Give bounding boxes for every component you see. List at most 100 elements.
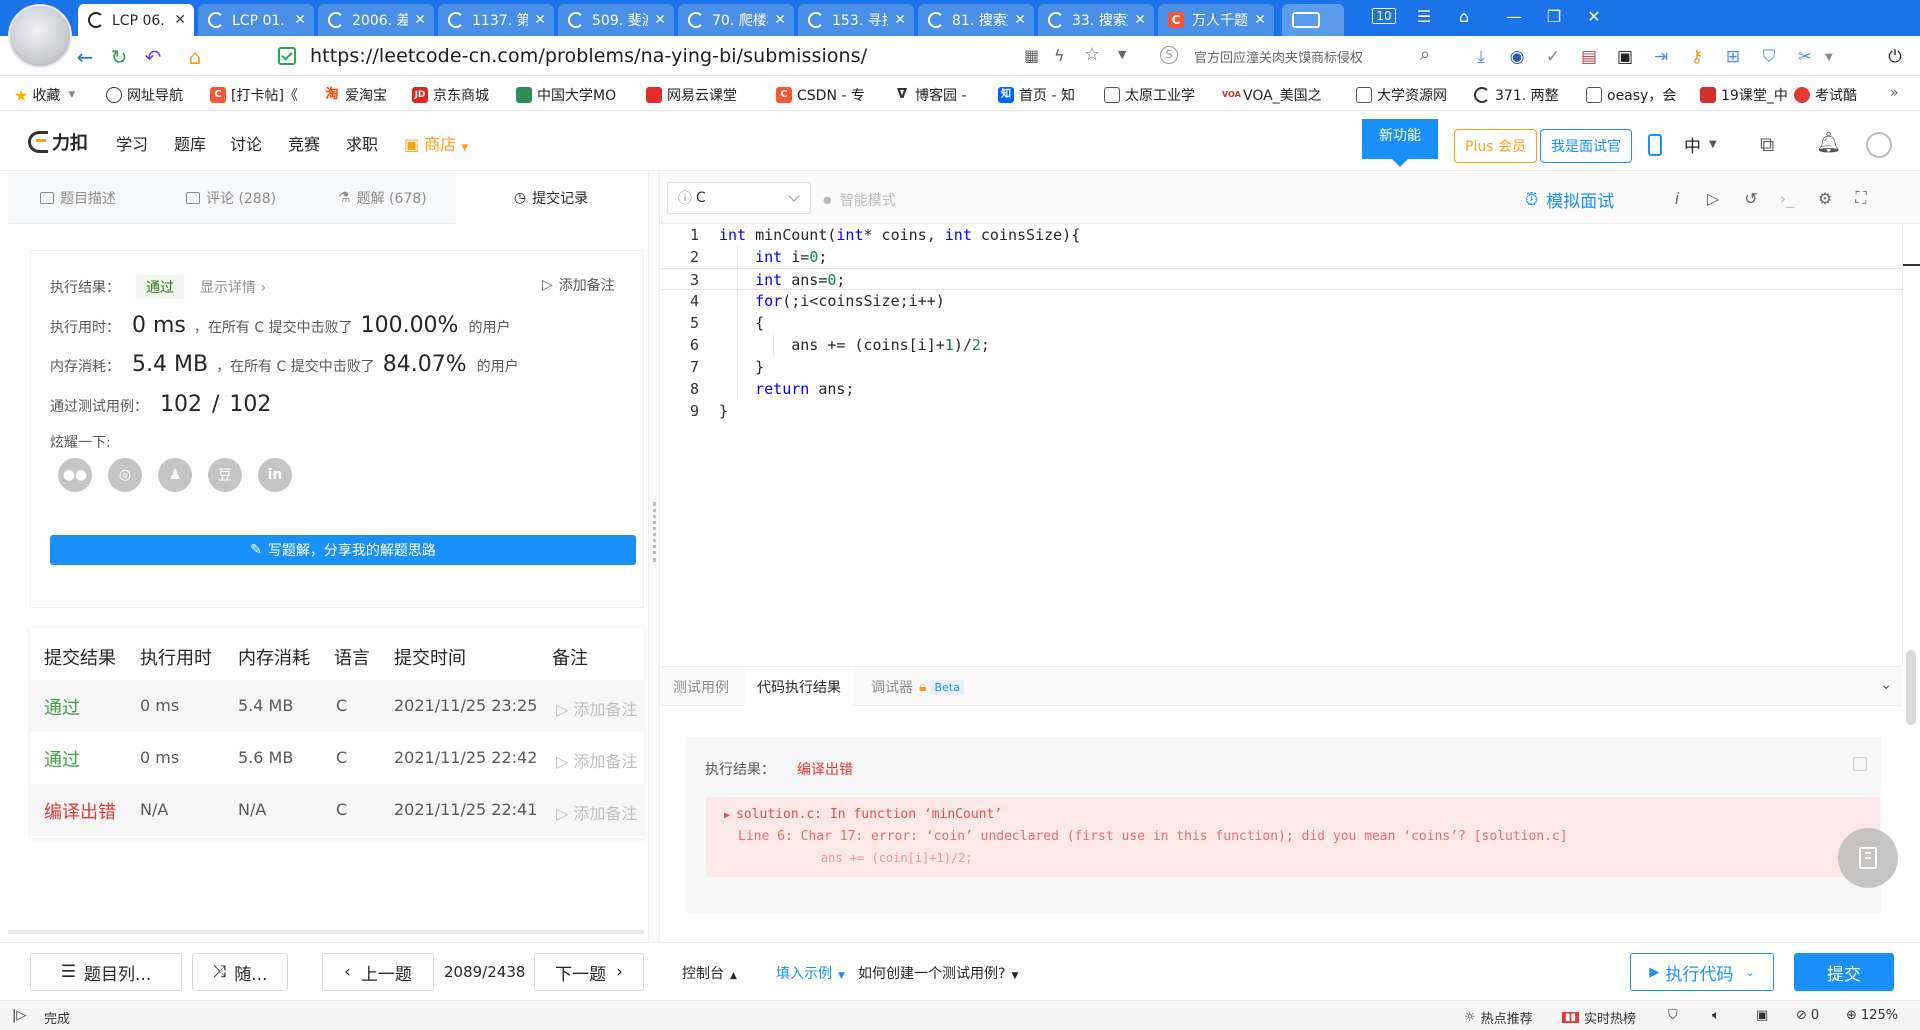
hot-recommend-button[interactable]: ☼ 热点推荐: [1464, 1008, 1533, 1027]
prev-problem-button[interactable]: ‹ 上一题: [322, 953, 434, 991]
undo-icon[interactable]: ↶: [140, 44, 166, 70]
bookmark-favorites[interactable]: ★ 收藏 ▼: [14, 85, 75, 105]
sidebar-toggle-icon[interactable]: |▷: [12, 1008, 26, 1023]
shield-extension-icon[interactable]: ⛉: [1758, 46, 1780, 68]
bookmark-item[interactable]: C [打卡帖]《: [210, 85, 298, 105]
smart-mode-toggle[interactable]: ● 智能模式: [823, 190, 896, 210]
how-create-testcase[interactable]: 如何创建一个测试用例? ▼: [858, 963, 1018, 983]
refresh-icon[interactable]: ↻: [106, 44, 132, 70]
screenshot-icon[interactable]: ▣: [1756, 1008, 1768, 1023]
random-problem-button[interactable]: ⤨ 随...: [192, 953, 288, 991]
star-icon[interactable]: ☆: [1084, 44, 1100, 65]
zoom-control[interactable]: ⊕ 125%: [1846, 1008, 1898, 1023]
tab-debugger[interactable]: 调试器 🔒︎ Beta: [871, 667, 964, 707]
browser-tab[interactable]: 1137. 第 N ✕: [438, 4, 554, 36]
pane-splitter[interactable]: [648, 172, 660, 942]
nav-shop[interactable]: ▣ 商店 ▼: [404, 131, 468, 155]
douban-icon[interactable]: 豆: [208, 458, 242, 492]
browser-tab[interactable]: 33. 搜索旋 ✕: [1038, 4, 1154, 36]
bookmark-item[interactable]: oeasy，会: [1586, 85, 1676, 105]
bookmark-item[interactable]: 中国大学MO: [516, 85, 616, 105]
fullscreen-icon[interactable]: ⛶: [1851, 188, 1871, 208]
plus-membership-button[interactable]: Plus 会员: [1454, 129, 1537, 163]
info-i-icon[interactable]: i: [1667, 188, 1687, 208]
leetcode-logo[interactable]: 力扣: [28, 129, 88, 155]
row-add-note[interactable]: ▷ 添加备注: [556, 696, 637, 720]
browser-tab[interactable]: C 万人千题社 ✕: [1158, 4, 1274, 36]
close-tab-icon[interactable]: ✕: [774, 12, 786, 28]
download-icon[interactable]: ⤓: [1470, 46, 1492, 68]
table-row[interactable]: 通过 0 ms 5.4 MB C 2021/11/25 23:25 ▷ 添加备注: [30, 680, 644, 732]
nav-discuss[interactable]: 讨论: [230, 131, 262, 155]
close-tab-icon[interactable]: ✕: [1254, 12, 1266, 28]
new-tab-button[interactable]: [1282, 4, 1344, 36]
qrcode-icon[interactable]: ▦: [1024, 46, 1039, 65]
tab-solutions[interactable]: ⚗︎ 题解 (678): [338, 172, 427, 224]
notification-bell-icon[interactable]: 🔔︎: [1816, 130, 1841, 154]
browser-tab[interactable]: 70. 爬楼梯 ✕: [678, 4, 794, 36]
close-tab-icon[interactable]: ✕: [654, 12, 666, 28]
skin-icon[interactable]: ⌂: [1444, 0, 1484, 32]
nav-jobs[interactable]: 求职: [346, 131, 378, 155]
run-code-button[interactable]: ▶ 执行代码 ⌄: [1630, 953, 1774, 991]
browser-tab[interactable]: 509. 斐波那 ✕: [558, 4, 674, 36]
key-extension-icon[interactable]: ⚷: [1686, 46, 1708, 68]
mobile-icon[interactable]: [1648, 134, 1662, 156]
close-tab-icon[interactable]: ✕: [534, 12, 546, 28]
table-row[interactable]: 编译出错 N/A N/A C 2021/11/25 22:41 ▷ 添加备注: [30, 784, 644, 836]
tab-comments[interactable]: 评论 (288): [186, 172, 276, 224]
tab-description[interactable]: 题目描述: [40, 172, 116, 224]
tab-execution-result[interactable]: 代码执行结果: [745, 667, 853, 707]
browser-tab-active[interactable]: LCP 06. 拿 ✕: [78, 4, 194, 36]
scrollbar-thumb[interactable]: [1906, 650, 1916, 725]
browser-tab[interactable]: 81. 搜索旋 ✕: [918, 4, 1034, 36]
flag-icon[interactable]: ▷: [1703, 188, 1723, 208]
wechat-icon[interactable]: ●●: [58, 458, 92, 492]
nav-problems[interactable]: 题库: [174, 131, 206, 155]
menu-icon[interactable]: ☰: [1404, 0, 1444, 32]
browser-tab[interactable]: LCP 01. 猜 ✕: [198, 4, 314, 36]
address-hot-notice[interactable]: 官方回应潼关肉夹馍商标侵权: [1194, 47, 1363, 66]
volume-icon[interactable]: 🔈︎: [1712, 1008, 1720, 1023]
minimize-icon[interactable]: —: [1494, 0, 1534, 32]
nav-contest[interactable]: 竞赛: [288, 131, 320, 155]
browser-tab[interactable]: 153. 寻找旋 ✕: [798, 4, 914, 36]
search-engine-icon[interactable]: S: [1160, 46, 1178, 64]
home-icon[interactable]: ⌂: [182, 44, 208, 70]
bookmark-item[interactable]: 371. 两整: [1474, 85, 1559, 105]
bookmark-item[interactable]: VOA VOA_美国之: [1222, 85, 1322, 105]
url-text[interactable]: https://leetcode-cn.com/problems/na-ying…: [310, 45, 867, 67]
close-window-icon[interactable]: ✕: [1574, 0, 1614, 32]
collapse-chevron-icon[interactable]: ⌄: [1880, 677, 1892, 693]
new-feature-badge[interactable]: 新功能: [1362, 119, 1438, 167]
weibo-icon[interactable]: ◎: [108, 458, 142, 492]
close-tab-icon[interactable]: ✕: [1134, 12, 1146, 28]
bookmark-item[interactable]: 网易云课堂: [646, 85, 737, 105]
close-tab-icon[interactable]: ✕: [1014, 12, 1026, 28]
next-problem-button[interactable]: 下一题 ›: [534, 953, 644, 991]
security-shield-icon[interactable]: ⛉: [1668, 1008, 1678, 1023]
submit-button[interactable]: 提交: [1794, 953, 1894, 991]
more-bookmarks-icon[interactable]: »: [1890, 85, 1899, 101]
row-status-link[interactable]: 编译出错: [44, 798, 116, 824]
back-icon[interactable]: ←: [72, 44, 98, 70]
search-icon[interactable]: ⌕: [1420, 44, 1430, 65]
bookmark-item[interactable]: ᐁ 博客园 -: [894, 85, 967, 105]
bookmark-item[interactable]: 19课堂_中: [1700, 85, 1788, 105]
interviewer-button[interactable]: 我是面试官: [1540, 129, 1632, 163]
qq-icon[interactable]: ♟: [158, 458, 192, 492]
globe-extension-icon[interactable]: ◉: [1506, 46, 1528, 68]
browser-tab[interactable]: 2006. 差的 ✕: [318, 4, 434, 36]
tab-count-button[interactable]: 10: [1364, 0, 1404, 32]
editor-vertical-scrollbar[interactable]: [1902, 224, 1920, 666]
check-extension-icon[interactable]: ✓: [1542, 46, 1564, 68]
tab-testcase[interactable]: 测试用例: [673, 667, 729, 707]
bookmark-item[interactable]: 网址导航: [106, 85, 183, 105]
bookmark-item[interactable]: 知首页 - 知: [998, 85, 1075, 105]
floating-notes-button[interactable]: [1838, 828, 1898, 888]
login-extension-icon[interactable]: ⇥: [1650, 46, 1672, 68]
language-select[interactable]: ⓘ C: [667, 182, 811, 214]
lightning-icon[interactable]: ϟ: [1054, 46, 1065, 65]
code-editor[interactable]: 1 int minCount(int* coins, int coinsSize)…: [661, 224, 1902, 666]
bookmark-item[interactable]: JD 京东商城: [412, 85, 489, 105]
